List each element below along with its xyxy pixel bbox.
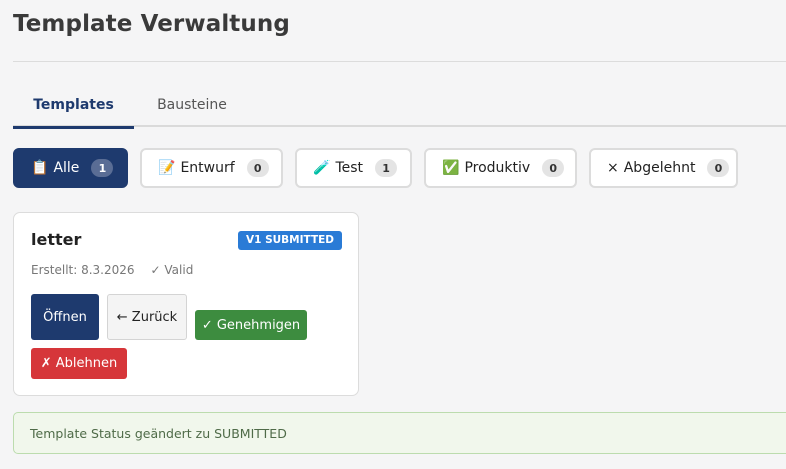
filter-label: Entwurf: [180, 160, 235, 176]
filter-count-badge: 1: [91, 159, 114, 177]
tab-bausteine[interactable]: Bausteine: [134, 86, 250, 127]
tab-bar: Templates Bausteine: [13, 86, 786, 129]
back-button[interactable]: ← Zurück: [107, 294, 187, 340]
filter-count-badge: 0: [246, 159, 269, 177]
approve-button[interactable]: ✓ Genehmigen: [195, 310, 307, 340]
tab-templates[interactable]: Templates: [13, 86, 134, 129]
cross-icon: ×: [607, 160, 619, 176]
filter-label: Test: [335, 160, 364, 176]
clipboard-icon: 📋: [31, 160, 49, 176]
filter-count-badge: 0: [707, 159, 730, 177]
filter-label: Abgelehnt: [623, 160, 696, 176]
filter-label: Produktiv: [464, 160, 531, 176]
page-title: Template Verwaltung: [13, 11, 290, 37]
template-card: letter V1 SUBMITTED Erstellt: 8.3.2026 ✓…: [13, 212, 359, 396]
filter-production-button[interactable]: ✅ Produktiv 0: [424, 148, 577, 188]
version-status-badge: V1 SUBMITTED: [238, 231, 342, 250]
check-mark-icon: ✅: [442, 160, 460, 176]
template-title: letter: [31, 230, 82, 249]
filter-label: Alle: [53, 160, 80, 176]
filter-all-button[interactable]: 📋 Alle 1: [13, 148, 128, 188]
filter-draft-button[interactable]: 📝 Entwurf 0: [140, 148, 283, 188]
title-divider: [13, 61, 786, 62]
alert-message: Template Status geändert zu SUBMITTED: [30, 425, 287, 441]
status-alert: Template Status geändert zu SUBMITTED: [13, 412, 786, 454]
reject-button[interactable]: ✗ Ablehnen: [31, 348, 127, 379]
open-button[interactable]: Öffnen: [31, 294, 99, 340]
valid-status: ✓ Valid: [150, 263, 194, 277]
filter-count-badge: 1: [375, 159, 398, 177]
created-date: Erstellt: 8.3.2026: [31, 263, 135, 277]
filter-rejected-button[interactable]: × Abgelehnt 0: [589, 148, 738, 188]
test-tube-icon: 🧪: [313, 160, 331, 176]
template-meta: Erstellt: 8.3.2026 ✓ Valid: [31, 263, 193, 277]
filter-test-button[interactable]: 🧪 Test 1: [295, 148, 412, 188]
memo-icon: 📝: [158, 160, 176, 176]
filter-count-badge: 0: [542, 159, 565, 177]
